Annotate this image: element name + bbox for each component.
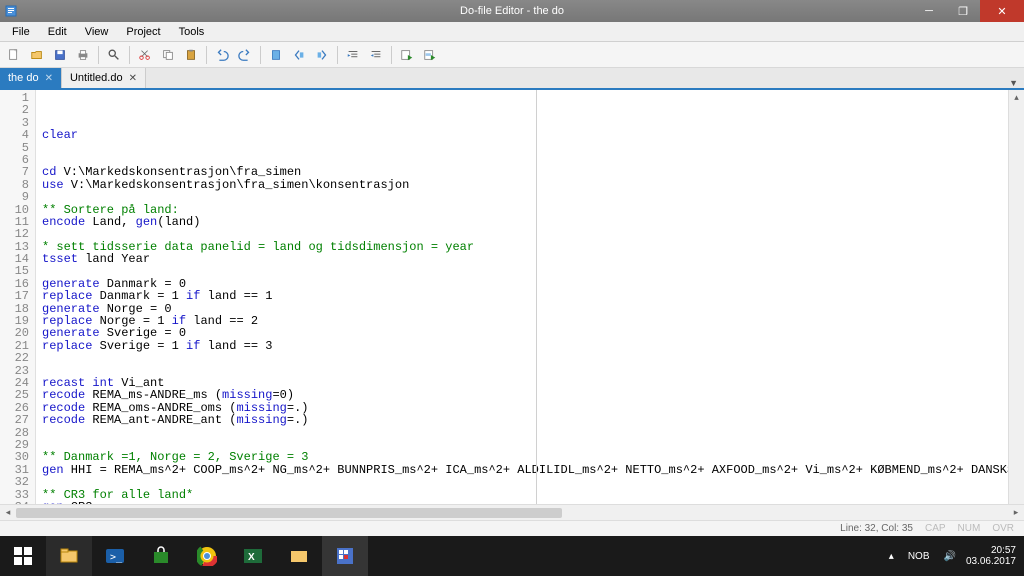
code-line[interactable] [42, 142, 1018, 154]
vertical-scrollbar[interactable]: ▴ [1008, 90, 1024, 504]
title-bar: Do-file Editor - the do ─ ❐ ✕ [0, 0, 1024, 22]
print-margin-line [536, 90, 537, 504]
language-indicator[interactable]: NOB [904, 551, 934, 562]
scrollbar-thumb[interactable] [16, 508, 562, 518]
status-bar: Line: 32, Col: 35 CAP NUM OVR [0, 520, 1024, 536]
tab-close-icon[interactable]: ✕ [45, 73, 53, 84]
print-icon[interactable] [73, 45, 93, 65]
svg-text:>_: >_ [110, 552, 123, 563]
tab-close-icon[interactable]: ✕ [129, 73, 137, 84]
scroll-left-icon[interactable]: ◂ [0, 507, 16, 518]
code-line[interactable]: clear [42, 129, 1018, 141]
window-title: Do-file Editor - the do [460, 5, 564, 17]
close-button[interactable]: ✕ [980, 0, 1024, 22]
scrollbar-track[interactable] [16, 507, 1008, 519]
open-icon[interactable] [27, 45, 47, 65]
cap-indicator: CAP [925, 523, 946, 534]
code-line[interactable]: gen HHI = REMA_ms^2+ COOP_ms^2+ NG_ms^2+… [42, 464, 1018, 476]
menu-project[interactable]: Project [118, 24, 168, 40]
clock-date: 03.06.2017 [966, 556, 1016, 567]
num-indicator: NUM [958, 523, 981, 534]
bookmark-next-icon[interactable] [312, 45, 332, 65]
find-icon[interactable] [104, 45, 124, 65]
undo-icon[interactable] [212, 45, 232, 65]
bookmark-prev-icon[interactable] [289, 45, 309, 65]
menu-tools[interactable]: Tools [171, 24, 213, 40]
code-line[interactable]: recode REMA_ant-ANDRE_ant (missing=.) [42, 414, 1018, 426]
scroll-up-icon[interactable]: ▴ [1009, 90, 1024, 104]
menu-edit[interactable]: Edit [40, 24, 75, 40]
tab-label: Untitled.do [70, 72, 123, 84]
start-button[interactable] [0, 536, 46, 576]
code-line[interactable]: ** CR3 for alle land* [42, 489, 1018, 501]
code-line[interactable]: * sett tidsserie data panelid = land og … [42, 241, 1018, 253]
run-icon[interactable] [397, 45, 417, 65]
horizontal-scrollbar[interactable]: ◂ ▸ [0, 504, 1024, 520]
tab-the-do[interactable]: the do ✕ [0, 68, 62, 88]
maximize-button[interactable]: ❐ [946, 0, 980, 22]
cut-icon[interactable] [135, 45, 155, 65]
copy-icon[interactable] [158, 45, 178, 65]
menu-bar: File Edit View Project Tools [0, 22, 1024, 42]
outdent-icon[interactable] [366, 45, 386, 65]
taskbar-app-store[interactable] [138, 536, 184, 576]
menu-file[interactable]: File [4, 24, 38, 40]
tab-bar: the do ✕ Untitled.do ✕ ▼ [0, 68, 1024, 90]
code-line[interactable] [42, 191, 1018, 203]
app-icon [0, 5, 22, 17]
scroll-right-icon[interactable]: ▸ [1008, 507, 1024, 518]
run-selection-icon[interactable] [420, 45, 440, 65]
tray-chevron-icon[interactable]: ▴ [889, 551, 894, 562]
code-line[interactable]: use V:\Markedskonsentrasjon\fra_simen\ko… [42, 179, 1018, 191]
indent-icon[interactable] [343, 45, 363, 65]
menu-view[interactable]: View [77, 24, 117, 40]
code-line[interactable]: replace Danmark = 1 if land == 1 [42, 290, 1018, 302]
code-editor[interactable]: 1234567891011121314151617181920212223242… [0, 90, 1024, 504]
svg-text:X: X [248, 552, 255, 563]
volume-icon[interactable]: 🔊 [943, 551, 955, 562]
cursor-position: Line: 32, Col: 35 [840, 523, 913, 534]
code-area[interactable]: clearcd V:\Markedskonsentrasjon\fra_sime… [36, 90, 1024, 504]
save-icon[interactable] [50, 45, 70, 65]
taskbar-app-powershell[interactable]: >_ [92, 536, 138, 576]
line-number-gutter: 1234567891011121314151617181920212223242… [0, 90, 36, 504]
code-line[interactable] [42, 427, 1018, 439]
code-line[interactable]: encode Land, gen(land) [42, 216, 1018, 228]
taskbar-app-explorer[interactable] [46, 536, 92, 576]
redo-icon[interactable] [235, 45, 255, 65]
tab-label: the do [8, 72, 39, 84]
clock[interactable]: 20:57 03.06.2017 [966, 545, 1016, 567]
code-line[interactable] [42, 365, 1018, 377]
taskbar: >_ X ▴ NOB 🔊 20:57 03.06.2017 [0, 536, 1024, 576]
new-icon[interactable] [4, 45, 24, 65]
code-line[interactable]: tsset land Year [42, 253, 1018, 265]
bookmark-toggle-icon[interactable] [266, 45, 286, 65]
code-line[interactable] [42, 352, 1018, 364]
code-line[interactable]: replace Norge = 1 if land == 2 [42, 315, 1018, 327]
code-line[interactable] [42, 266, 1018, 278]
tab-untitled[interactable]: Untitled.do ✕ [62, 68, 146, 88]
taskbar-app-chrome[interactable] [184, 536, 230, 576]
tab-overflow-icon[interactable]: ▼ [1003, 78, 1024, 88]
toolbar [0, 42, 1024, 68]
paste-icon[interactable] [181, 45, 201, 65]
minimize-button[interactable]: ─ [912, 0, 946, 22]
taskbar-app-folder[interactable] [276, 536, 322, 576]
code-line[interactable]: replace Sverige = 1 if land == 3 [42, 340, 1018, 352]
ovr-indicator: OVR [992, 523, 1014, 534]
system-tray: ▴ NOB 🔊 20:57 03.06.2017 [889, 545, 1024, 567]
taskbar-app-stata[interactable] [322, 536, 368, 576]
clock-time: 20:57 [966, 545, 1016, 556]
taskbar-app-excel[interactable]: X [230, 536, 276, 576]
